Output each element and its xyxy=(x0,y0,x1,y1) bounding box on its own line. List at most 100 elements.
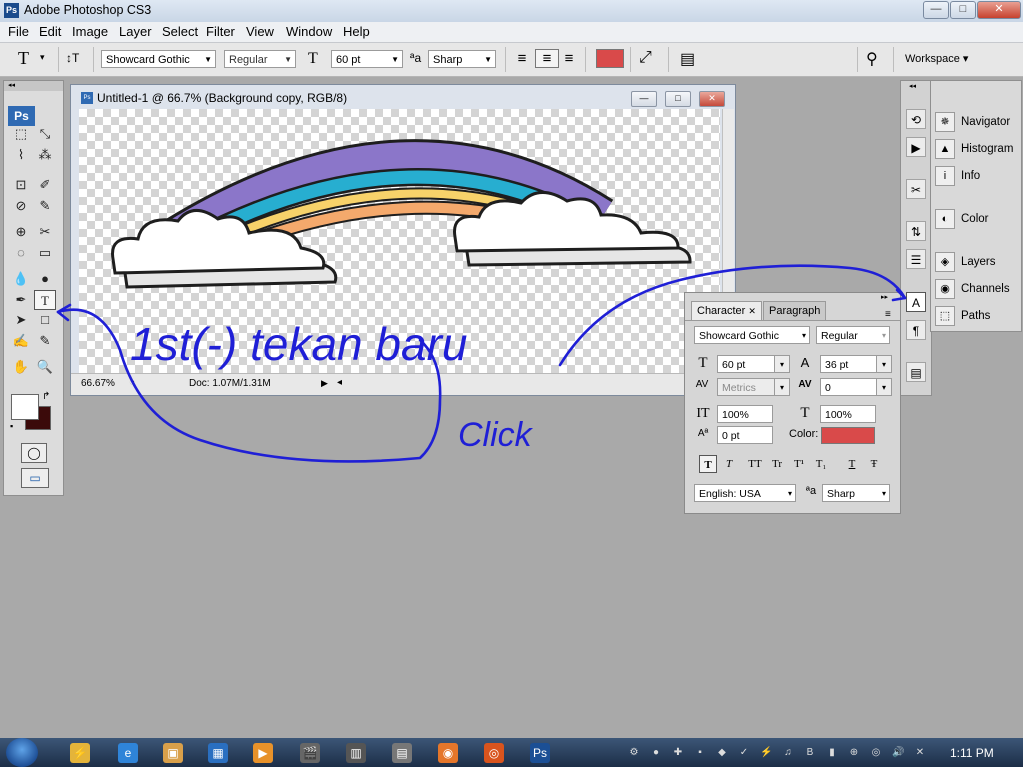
menu-filter[interactable]: Filter xyxy=(206,24,235,39)
taskbar-app-5-icon[interactable]: 🎬 xyxy=(300,743,320,763)
dock-actions-icon[interactable]: ▶ xyxy=(906,137,926,157)
all-caps-button[interactable]: TT xyxy=(746,455,764,473)
taskbar-app-8-icon[interactable]: ◉ xyxy=(438,743,458,763)
small-caps-button[interactable]: Tr xyxy=(768,455,786,473)
font-family-select[interactable]: Showcard Gothic ▼ xyxy=(101,50,216,68)
tool-zoom-icon[interactable]: 🔍 xyxy=(34,357,56,377)
document-maximize-button[interactable]: □ xyxy=(665,91,691,107)
maximize-window-button[interactable]: □ xyxy=(950,1,976,19)
char-color-swatch[interactable] xyxy=(821,427,875,444)
tray-item-7-icon[interactable]: ♫ xyxy=(782,747,794,759)
dock-grip[interactable]: ◂◂ xyxy=(909,82,916,90)
menu-help[interactable]: Help xyxy=(343,24,370,39)
menu-image[interactable]: Image xyxy=(72,24,108,39)
char-tracking-arrow-icon[interactable]: ▾ xyxy=(876,378,892,396)
dock-paragraph-icon[interactable]: ¶ xyxy=(906,320,926,340)
panel-info[interactable]: i Info xyxy=(935,165,980,187)
start-button[interactable] xyxy=(6,738,38,767)
tray-item-0-icon[interactable]: ⚙ xyxy=(628,747,640,759)
dock-history-icon[interactable]: ⟲ xyxy=(906,109,926,129)
dock-layer-comps-icon[interactable]: ▤ xyxy=(906,362,926,382)
char-baseline-shift-input[interactable]: 0 pt xyxy=(717,426,773,444)
faux-italic-button[interactable]: T xyxy=(720,455,738,473)
char-font-size-input[interactable]: 60 pt xyxy=(717,355,775,373)
tab-character[interactable]: Character ✕ xyxy=(691,301,762,320)
tray-item-4-icon[interactable]: ◆ xyxy=(716,747,728,759)
menu-edit[interactable]: Edit xyxy=(39,24,61,39)
screen-mode-icon[interactable]: ▭ xyxy=(21,468,49,488)
document-minimize-button[interactable]: — xyxy=(631,91,657,107)
tray-item-12-icon[interactable]: 🔊 xyxy=(892,747,904,759)
swap-colors-icon[interactable]: ↱ xyxy=(42,391,50,402)
char-font-size-arrow-icon[interactable]: ▾ xyxy=(774,355,790,373)
panel-collapse-icon[interactable]: ▸▸ xyxy=(881,293,888,301)
tool-history-brush-icon[interactable]: ✂ xyxy=(34,222,56,242)
tool-lasso-icon[interactable]: ⌇ xyxy=(10,145,32,165)
palettes-toggle-icon[interactable]: ▤ xyxy=(680,49,695,69)
menu-file[interactable]: File xyxy=(8,24,29,39)
tray-item-8-icon[interactable]: B xyxy=(804,747,816,759)
text-orientation-icon[interactable]: ↕T xyxy=(66,51,79,65)
tool-hand-icon[interactable]: ✋ xyxy=(10,357,32,377)
tool-stamp-icon[interactable]: ⊕ xyxy=(10,222,32,242)
tool-dodge-icon[interactable]: ● xyxy=(34,269,56,289)
char-horizontal-scale-input[interactable]: 100% xyxy=(820,405,876,423)
tray-item-6-icon[interactable]: ⚡ xyxy=(760,747,772,759)
dock-clone-source-icon[interactable]: ☰ xyxy=(906,249,926,269)
tool-move-icon[interactable]: ⤡ xyxy=(34,124,56,144)
document-info[interactable]: Doc: 1.07M/1.31M xyxy=(189,378,271,389)
tool-magic-wand-icon[interactable]: ⁂ xyxy=(34,145,56,165)
warp-text-icon[interactable]: ⤢ xyxy=(639,49,652,67)
tray-item-1-icon[interactable]: ● xyxy=(650,747,662,759)
menu-layer[interactable]: Layer xyxy=(119,24,152,39)
char-font-style-select[interactable]: Regular ▾ xyxy=(816,326,890,344)
taskbar-app-3-icon[interactable]: ▦ xyxy=(208,743,228,763)
text-color-swatch[interactable] xyxy=(596,49,624,68)
panel-layers[interactable]: ◈ Layers xyxy=(935,251,996,273)
tool-blur-icon[interactable]: 💧 xyxy=(10,269,32,289)
antialias-select[interactable]: Sharp ▼ xyxy=(428,50,496,68)
dock-brushes-icon[interactable]: ⇅ xyxy=(906,221,926,241)
tray-item-3-icon[interactable]: ▪ xyxy=(694,747,706,759)
tool-preset-arrow-icon[interactable]: ▾ xyxy=(40,52,45,63)
taskbar-app-4-icon[interactable]: ▶ xyxy=(253,743,273,763)
ps-badge-icon[interactable]: Ps xyxy=(8,106,35,126)
font-style-select[interactable]: Regular ▼ xyxy=(224,50,296,68)
hscroll-left-icon[interactable]: ◂ xyxy=(337,377,342,388)
char-vertical-scale-input[interactable]: 100% xyxy=(717,405,773,423)
default-colors-icon[interactable]: ▪ xyxy=(10,421,13,431)
tool-healing-icon[interactable]: ⊘ xyxy=(10,196,32,216)
tool-shape-icon[interactable]: □ xyxy=(34,310,56,330)
clock[interactable]: 1:11 PM xyxy=(950,746,994,760)
tray-item-11-icon[interactable]: ◎ xyxy=(870,747,882,759)
foreground-color-swatch[interactable] xyxy=(11,394,39,420)
tool-slice-icon[interactable]: ✐ xyxy=(34,175,56,195)
menu-view[interactable]: View xyxy=(246,24,274,39)
document-close-button[interactable]: ✕ xyxy=(699,91,725,107)
taskbar-app-2-icon[interactable]: ▣ xyxy=(163,743,183,763)
panel-color[interactable]: ◐ Color xyxy=(935,208,988,230)
taskbar-app-6-icon[interactable]: ▥ xyxy=(346,743,366,763)
faux-bold-button[interactable]: T xyxy=(699,455,717,473)
taskbar-app-0-icon[interactable]: ⚡ xyxy=(70,743,90,763)
tool-eraser-icon[interactable]: ◌ xyxy=(10,243,32,263)
taskbar-app-10-icon[interactable]: Ps xyxy=(530,743,550,763)
tray-item-2-icon[interactable]: ✚ xyxy=(672,747,684,759)
panel-navigator[interactable]: ✵ Navigator xyxy=(935,111,1010,133)
tool-path-select-icon[interactable]: ➤ xyxy=(10,310,32,330)
underline-button[interactable]: T xyxy=(843,455,861,473)
char-kerning-arrow-icon[interactable]: ▾ xyxy=(774,378,790,396)
tool-eyedropper-icon[interactable]: ✎ xyxy=(34,331,56,351)
char-tracking-input[interactable]: 0 xyxy=(820,378,877,396)
tool-crop-icon[interactable]: ⊡ xyxy=(10,175,32,195)
font-size-select[interactable]: 60 pt ▼ xyxy=(331,50,403,68)
superscript-button[interactable]: T¹ xyxy=(790,455,808,473)
zoom-level[interactable]: 66.67% xyxy=(81,378,115,389)
align-left-icon[interactable]: ≡ xyxy=(513,50,531,67)
tray-item-13-icon[interactable]: ✕ xyxy=(914,747,926,759)
char-kerning-select[interactable]: Metrics xyxy=(717,378,775,396)
menu-window[interactable]: Window xyxy=(286,24,332,39)
status-zoom-icon[interactable]: ◔ xyxy=(129,377,135,388)
bridge-icon[interactable]: ⚲ xyxy=(866,49,878,69)
tool-brush-icon[interactable]: ✎ xyxy=(34,196,56,216)
